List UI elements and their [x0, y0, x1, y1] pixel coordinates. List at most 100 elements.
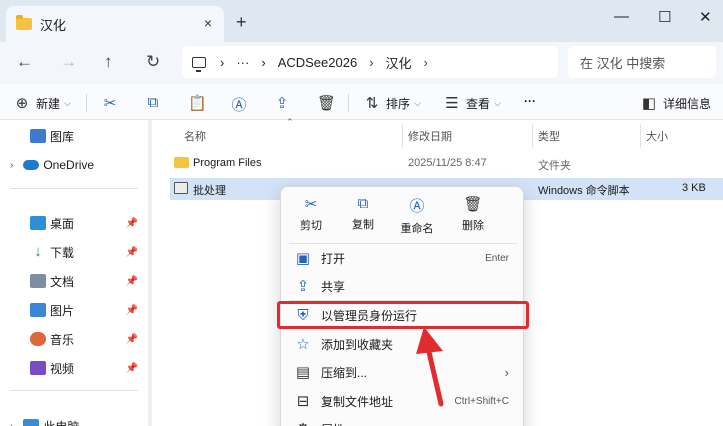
chevron-right-icon: ›: [10, 420, 14, 426]
open-icon: ▣: [295, 250, 311, 267]
pin-icon[interactable]: 📌: [126, 276, 138, 287]
view-label: 查看: [466, 96, 491, 111]
column-size[interactable]: 大小: [646, 128, 668, 144]
menu-item-open[interactable]: ▣ 打开 Enter: [285, 245, 521, 271]
breadcrumb-more[interactable]: ···: [236, 55, 249, 70]
sidebar-item-label: OneDrive: [43, 158, 95, 172]
pin-icon[interactable]: 📌: [126, 247, 138, 258]
sidebar-item-gallery[interactable]: 图库: [0, 124, 148, 148]
column-divider[interactable]: [532, 124, 533, 148]
breadcrumb-hanhua[interactable]: 汉化: [386, 53, 412, 72]
view-list-icon: ☰: [445, 95, 459, 112]
column-name[interactable]: 名称: [184, 128, 206, 144]
forward-icon[interactable]: →: [60, 52, 77, 72]
rename-label: 重命名: [400, 223, 434, 235]
file-type: Windows 命令脚本: [538, 185, 630, 197]
navigation-pane: 图库 › OneDrive 桌面 📌 ↓ 下载 📌 文档 📌 图片 📌 音乐 📌…: [0, 120, 148, 426]
menu-item-copy-path[interactable]: ⊟ 复制文件地址 Ctrl+Shift+C: [285, 388, 521, 414]
paste-icon: 📋: [188, 95, 207, 112]
column-divider[interactable]: [402, 124, 403, 148]
copy-action[interactable]: ⧉ 复制: [339, 195, 387, 232]
rename-action[interactable]: Ⓐ 重命名: [393, 195, 441, 236]
sidebar-item-music[interactable]: 音乐 📌: [0, 327, 148, 351]
cut-button[interactable]: ✂: [102, 94, 118, 112]
search-input[interactable]: 在 汉化 中搜索: [568, 46, 716, 78]
tab-title: 汉化: [40, 17, 67, 33]
sidebar-item-downloads[interactable]: ↓ 下载 📌: [0, 240, 148, 264]
properties-icon: ⚙: [295, 420, 311, 426]
file-name: Program Files: [193, 157, 262, 169]
pin-icon[interactable]: 📌: [126, 334, 138, 345]
refresh-icon[interactable]: ↻: [146, 52, 160, 72]
copy-button[interactable]: ⧉: [145, 94, 161, 111]
new-tab-icon[interactable]: +: [236, 12, 247, 33]
download-icon: ↓: [34, 243, 42, 260]
share-button[interactable]: ⇪: [274, 94, 290, 112]
cut-label: 剪切: [300, 220, 322, 232]
up-icon[interactable]: ↑: [104, 52, 113, 72]
sidebar-item-onedrive[interactable]: › OneDrive: [0, 153, 148, 177]
command-bar: ⊕ 新建 ⌵ ✂ ⧉ 📋 Ⓐ ⇪ 🗑 ⇅ 排序 ⌵ ☰ 查看 ⌵ ··· ◧ 详…: [0, 84, 723, 120]
this-pc-icon: [23, 419, 40, 426]
column-divider[interactable]: [640, 124, 641, 148]
details-button[interactable]: ◧ 详细信息: [641, 94, 711, 112]
sidebar-item-this-pc[interactable]: › 此电脑: [0, 414, 148, 426]
share-icon: ⇪: [275, 95, 289, 112]
sidebar-item-label: 图库: [50, 129, 75, 144]
chevron-down-icon: ⌵: [64, 97, 71, 108]
menu-item-properties[interactable]: ⚙ 属性: [285, 416, 521, 426]
delete-action[interactable]: 🗑 删除: [449, 195, 497, 233]
delete-icon: 🗑: [463, 196, 483, 213]
menu-item-label: 打开: [321, 251, 346, 266]
computer-icon: [192, 56, 206, 72]
context-quick-actions: ✂ 剪切 ⧉ 复制 Ⓐ 重命名 🗑 删除: [281, 187, 523, 239]
star-icon: ☆: [296, 336, 310, 353]
sidebar-item-label: 下载: [50, 245, 75, 260]
divider: [348, 94, 349, 112]
more-button[interactable]: ···: [524, 94, 536, 108]
tab-current[interactable]: 汉化 ×: [6, 6, 224, 42]
pin-icon[interactable]: 📌: [126, 363, 138, 374]
breadcrumb-acdsee[interactable]: ACDSee2026: [278, 55, 358, 70]
sidebar-item-label: 视频: [50, 361, 75, 376]
close-icon[interactable]: ✕: [699, 8, 712, 26]
delete-button[interactable]: 🗑: [317, 94, 337, 112]
tab-close-icon[interactable]: ×: [204, 15, 212, 31]
address-bar[interactable]: › ··· › ACDSee2026 › 汉化 ›: [182, 46, 558, 78]
copy-icon: ⧉: [357, 195, 369, 212]
menu-item-add-favorites[interactable]: ☆ 添加到收藏夹: [285, 331, 521, 357]
sort-label: 排序: [386, 96, 411, 111]
rename-button[interactable]: Ⓐ: [231, 94, 247, 115]
menu-item-compress[interactable]: ▤ 压缩到... ›: [285, 359, 521, 385]
menu-item-label: 属性: [321, 421, 345, 426]
pin-icon[interactable]: 📌: [126, 305, 138, 316]
file-type: 文件夹: [538, 160, 571, 172]
new-button[interactable]: ⊕ 新建 ⌵: [14, 94, 71, 112]
file-date: 2025/11/25 8:47: [408, 157, 487, 169]
sidebar-item-videos[interactable]: 视频 📌: [0, 356, 148, 380]
view-button[interactable]: ☰ 查看 ⌵: [444, 94, 501, 112]
desktop-icon: [30, 216, 46, 230]
details-label: 详细信息: [663, 96, 712, 111]
sort-caret-icon: ⌃: [286, 117, 294, 127]
title-bar: 汉化 × + — ☐ ✕: [0, 0, 723, 42]
file-size: 3 KB: [682, 182, 706, 194]
cut-action[interactable]: ✂ 剪切: [287, 195, 335, 233]
column-date[interactable]: 修改日期: [408, 128, 452, 144]
menu-item-share[interactable]: ⇪ 共享: [285, 273, 521, 299]
paste-button[interactable]: 📋: [188, 94, 207, 112]
sidebar-item-pictures[interactable]: 图片 📌: [0, 298, 148, 322]
sidebar-item-desktop[interactable]: 桌面 📌: [0, 211, 148, 235]
sidebar-item-documents[interactable]: 文档 📌: [0, 269, 148, 293]
column-type[interactable]: 类型: [538, 128, 560, 144]
delete-icon: 🗑: [317, 95, 337, 112]
maximize-icon[interactable]: ☐: [658, 8, 671, 26]
minimize-icon[interactable]: —: [614, 8, 629, 25]
back-icon[interactable]: ←: [16, 52, 33, 72]
archive-icon: ▤: [295, 364, 311, 381]
documents-icon: [30, 274, 46, 288]
menu-item-label: 复制文件地址: [321, 394, 394, 409]
sort-button[interactable]: ⇅ 排序 ⌵: [364, 94, 421, 112]
menu-item-label: 压缩到...: [321, 365, 368, 380]
pin-icon[interactable]: 📌: [126, 218, 138, 229]
